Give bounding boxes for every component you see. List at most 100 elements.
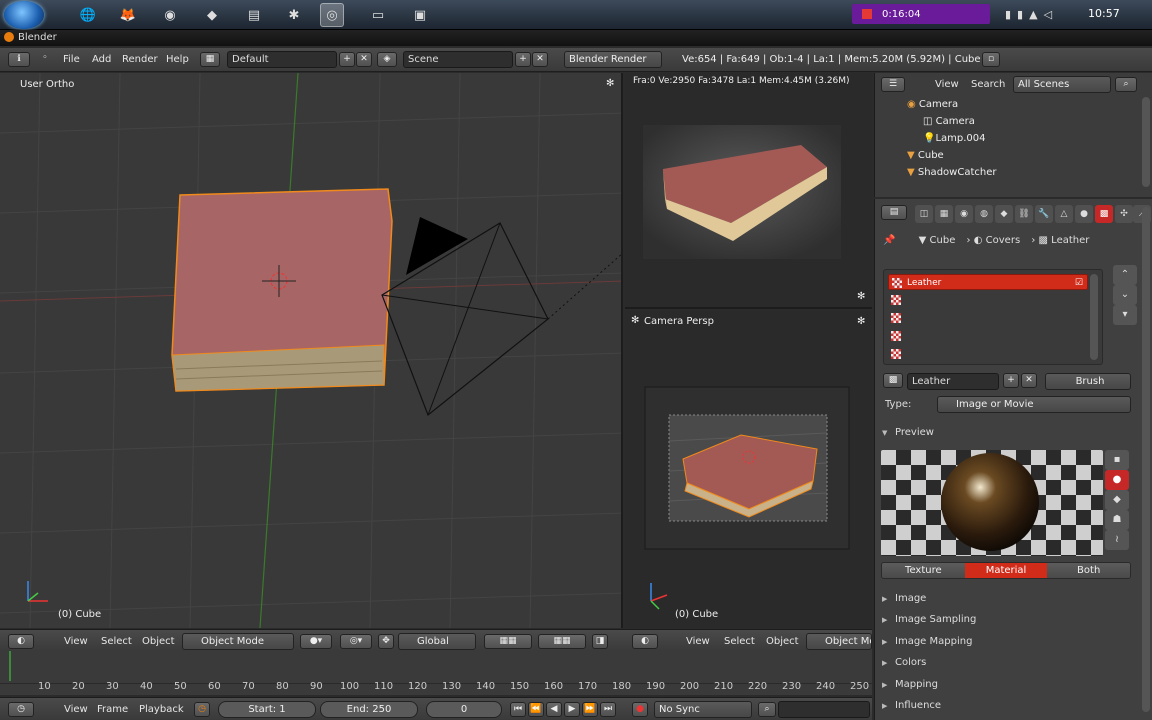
move-up-icon[interactable]: ⌃: [1113, 265, 1137, 285]
outliner-row-cube[interactable]: ▼ Cube: [875, 147, 1137, 164]
preview-hair-icon[interactable]: ≀: [1105, 530, 1129, 550]
outliner-menu-search[interactable]: Search: [971, 79, 1005, 90]
preview-mode-texture[interactable]: Texture: [882, 563, 965, 578]
texture-datablock-icon[interactable]: ▩: [883, 373, 903, 388]
outliner-row-camera-data[interactable]: ◫ Camera: [875, 113, 1137, 130]
texture-slot[interactable]: [888, 310, 1088, 326]
timeline[interactable]: [0, 651, 872, 695]
outliner-scrollbar[interactable]: [1142, 97, 1150, 187]
preview-range-icon[interactable]: ◷: [194, 702, 210, 717]
timeline-editor-icon[interactable]: ◷: [8, 702, 34, 717]
menu-view[interactable]: View: [64, 704, 88, 715]
layers-grid-icon[interactable]: ▦▦: [484, 634, 532, 649]
texture-type-dropdown[interactable]: Image or Movie: [937, 396, 1131, 413]
end-frame-field[interactable]: End: 250: [320, 701, 418, 718]
3d-editor-type-icon[interactable]: ◐: [8, 634, 34, 649]
viewport-options-icon[interactable]: ✻: [606, 78, 614, 89]
panel-influence[interactable]: Influence: [879, 696, 1137, 716]
menu-file[interactable]: File: [63, 54, 80, 65]
menu-select[interactable]: Select: [101, 636, 132, 647]
menu-select[interactable]: Select: [724, 636, 755, 647]
system-tray-icons[interactable]: ▮▮▲◁: [1005, 8, 1058, 21]
object-tab-icon[interactable]: ◆: [995, 205, 1013, 223]
preview-mode-both[interactable]: Both: [1047, 563, 1130, 578]
outliner-row-lamp[interactable]: 💡Lamp.004: [875, 130, 1137, 147]
render-engine-dropdown[interactable]: Blender Render: [564, 51, 662, 68]
manipulator-icon[interactable]: ✥: [378, 634, 394, 649]
browser-icon[interactable]: ◉: [158, 3, 182, 27]
brush-button[interactable]: Brush: [1045, 373, 1131, 390]
outliner-row-shadowcatcher[interactable]: ▼ ShadowCatcher: [875, 164, 1137, 181]
modifiers-tab-icon[interactable]: 🔧: [1035, 205, 1053, 223]
properties-editor-icon[interactable]: ▤: [881, 205, 907, 220]
specials-menu-icon[interactable]: ▾: [1113, 305, 1137, 325]
prev-keyframe-icon[interactable]: ⏪: [528, 702, 544, 717]
layers-tab-icon[interactable]: ▦: [935, 205, 953, 223]
preview-mode-material[interactable]: Material: [964, 563, 1048, 578]
3d-viewport[interactable]: User Ortho (0) Cube ✻: [0, 73, 623, 628]
layout-icon[interactable]: ▦: [200, 52, 220, 67]
shading-dropdown-icon[interactable]: ●▾: [300, 634, 332, 649]
preview-panel-header[interactable]: Preview: [879, 423, 1137, 443]
preview-cube-icon[interactable]: ◆: [1105, 490, 1129, 510]
blender-taskbar-icon[interactable]: ◎: [320, 3, 344, 27]
play-icon[interactable]: ▶: [564, 702, 580, 717]
render-tab-icon[interactable]: ◫: [915, 205, 933, 223]
outliner-search-icon[interactable]: ⌕: [1115, 77, 1137, 92]
add-texture-icon[interactable]: +: [1003, 373, 1019, 388]
menu-view[interactable]: View: [686, 636, 710, 647]
tool-icon[interactable]: ✱: [282, 3, 306, 27]
keying-set-field[interactable]: [778, 701, 870, 718]
sync-dropdown[interactable]: No Sync: [654, 701, 752, 718]
particles-tab-icon[interactable]: ✣: [1115, 205, 1133, 223]
play-reverse-icon[interactable]: ◀: [546, 702, 562, 717]
texture-slot[interactable]: Leather ☑: [888, 274, 1088, 290]
checkbox-icon[interactable]: ☑: [1075, 275, 1083, 291]
properties-scrollbar[interactable]: [1142, 207, 1150, 712]
keying-set-icon[interactable]: ⌕: [758, 702, 776, 717]
move-down-icon[interactable]: ⌄: [1113, 285, 1137, 305]
panel-image[interactable]: Image: [879, 589, 1137, 609]
panel-mapping[interactable]: Mapping: [879, 675, 1137, 695]
render-preview-region[interactable]: Fra:0 Ve:2950 Fa:3478 La:1 Mem:4.45M (3.…: [625, 73, 872, 309]
current-frame-field[interactable]: 0: [426, 701, 502, 718]
menu-frame[interactable]: Frame: [97, 704, 128, 715]
next-keyframe-icon[interactable]: ⏩: [582, 702, 598, 717]
scene-field[interactable]: Scene: [403, 51, 513, 68]
jump-start-icon[interactable]: ⏮: [510, 702, 526, 717]
start-button[interactable]: [4, 1, 44, 29]
photoshop-icon[interactable]: ▣: [408, 3, 432, 27]
texture-slot[interactable]: [888, 292, 1088, 308]
texture-slot[interactable]: [888, 346, 1088, 362]
mode-dropdown[interactable]: Object Mo: [806, 633, 872, 650]
3d-editor-type-icon[interactable]: ◐: [632, 634, 658, 649]
preview-flat-icon[interactable]: ▪: [1105, 450, 1129, 470]
add-layout-icon[interactable]: +: [339, 52, 355, 67]
pivot-dropdown-icon[interactable]: ◎▾: [340, 634, 372, 649]
printer-icon[interactable]: ▭: [366, 3, 390, 27]
constraints-tab-icon[interactable]: ⛓: [1015, 205, 1033, 223]
texture-tab-icon[interactable]: ▩: [1095, 205, 1113, 223]
delete-scene-icon[interactable]: ✕: [532, 52, 548, 67]
material-tab-icon[interactable]: ●: [1075, 205, 1093, 223]
region-options-icon[interactable]: ✻: [857, 291, 865, 302]
camera-view-region[interactable]: ✻ Camera Persp ✻ (0) Cube: [625, 311, 872, 628]
preview-monkey-icon[interactable]: ☗: [1105, 510, 1129, 530]
screen-recorder[interactable]: 0:16:04: [852, 4, 990, 24]
delete-layout-icon[interactable]: ✕: [356, 52, 372, 67]
panel-image-mapping[interactable]: Image Mapping: [879, 632, 1137, 652]
outliner-editor-icon[interactable]: ☰: [881, 77, 905, 92]
texture-slot-list[interactable]: Leather ☑: [883, 269, 1103, 365]
menu-view[interactable]: View: [64, 636, 88, 647]
panel-colors[interactable]: Colors: [879, 653, 1137, 673]
menu-add[interactable]: Add: [92, 54, 111, 65]
texture-slot[interactable]: [888, 328, 1088, 344]
slot-list-scrollbar[interactable]: [1090, 274, 1098, 360]
header-toggle-icon[interactable]: ▫: [982, 52, 1000, 67]
mode-dropdown[interactable]: Object Mode: [182, 633, 294, 650]
preview-sphere-icon[interactable]: ●: [1105, 470, 1129, 490]
start-frame-field[interactable]: Start: 1: [218, 701, 316, 718]
document-icon[interactable]: ▤: [242, 3, 266, 27]
scene-icon[interactable]: ◈: [377, 52, 397, 67]
orientation-dropdown[interactable]: Global: [398, 633, 476, 650]
